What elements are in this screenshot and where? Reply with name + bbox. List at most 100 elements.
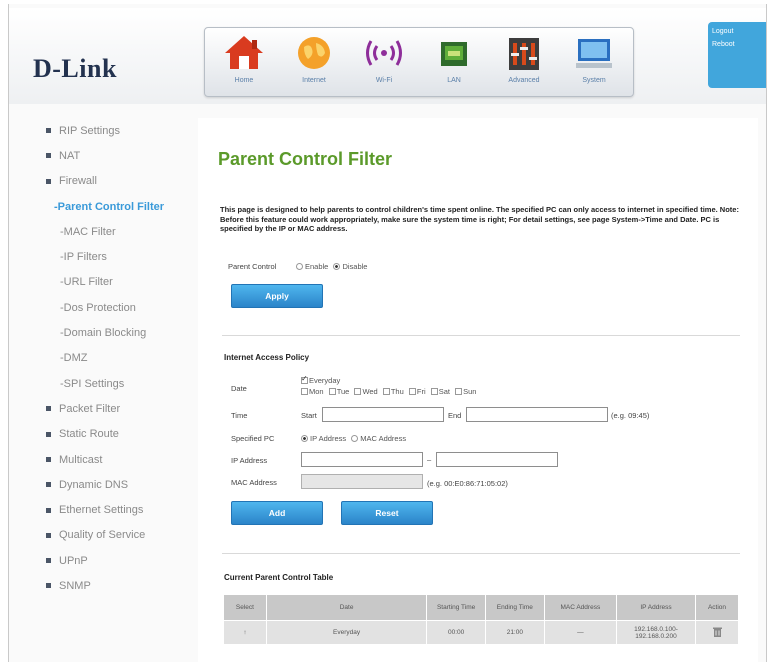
nav-internet[interactable]: Internet <box>281 31 347 95</box>
thu-checkbox[interactable] <box>382 388 390 395</box>
bullet-icon <box>46 406 51 412</box>
table-header-row: Select Date Starting Time Ending Time MA… <box>223 594 739 621</box>
nav-system[interactable]: System <box>561 31 627 95</box>
page-description: This page is designed to help parents to… <box>220 205 739 233</box>
mac-address-input[interactable] <box>301 474 423 489</box>
ip-start-input[interactable] <box>301 452 423 467</box>
sat-checkbox[interactable] <box>430 388 438 395</box>
end-label: End <box>448 411 462 420</box>
col-mac-address: MAC Address <box>543 594 617 621</box>
sidebar-item-multicast[interactable]: Multicast <box>46 447 196 472</box>
top-nav: Home Internet Wi-Fi LAN Advanced System <box>204 27 634 97</box>
start-label: Start <box>301 411 317 420</box>
row-action <box>695 620 739 645</box>
row-ip-address: 192.168.0.100-192.168.0.200 <box>615 620 697 645</box>
row-date: Everyday <box>265 620 428 645</box>
mac-address-label: MAC Address <box>231 478 277 487</box>
fri-checkbox[interactable] <box>408 388 416 395</box>
sidebar-item-dmz[interactable]: -DMZ <box>46 346 196 371</box>
sidebar-item-spi-settings[interactable]: -SPI Settings <box>46 371 196 396</box>
mon-checkbox[interactable] <box>301 388 308 395</box>
bullet-icon <box>46 178 51 184</box>
table-row: ↑ Everyday 00:00 21:00 — 192.168.0.100-1… <box>223 620 739 645</box>
col-ip-address: IP Address <box>615 594 697 621</box>
specified-pc-label: Specified PC <box>231 434 275 443</box>
sidebar-item-nat[interactable]: NAT <box>46 143 196 168</box>
specified-pc-radios: IP Address MAC Address <box>301 434 409 443</box>
sidebar-item-rip-settings[interactable]: RIP Settings <box>46 118 196 143</box>
everyday-checkbox-row: Everyday <box>301 374 343 385</box>
reset-button[interactable]: Reset <box>341 501 433 525</box>
nav-wifi[interactable]: Wi-Fi <box>351 31 417 95</box>
sidebar-item-firewall[interactable]: Firewall <box>46 169 196 194</box>
parent-control-table: Select Date Starting Time Ending Time MA… <box>223 594 739 645</box>
sidebar-item-upnp[interactable]: UPnP <box>46 548 196 573</box>
col-select: Select <box>223 594 267 621</box>
sidebar-item-dynamic-dns[interactable]: Dynamic DNS <box>46 472 196 497</box>
ip-address-radio[interactable] <box>301 435 308 442</box>
bullet-icon <box>46 482 51 488</box>
mac-hint: (e.g. 00:E0:86:71:05:02) <box>427 479 508 488</box>
sidebar-item-quality-of-service[interactable]: Quality of Service <box>46 523 196 548</box>
mac-address-radio[interactable] <box>351 435 359 442</box>
sun-checkbox[interactable] <box>455 388 463 395</box>
time-hint: (e.g. 09:45) <box>611 411 650 420</box>
bullet-icon <box>46 532 51 538</box>
policy-title: Internet Access Policy <box>224 353 310 362</box>
system-icon <box>576 39 612 68</box>
sidebar-item-static-route[interactable]: Static Route <box>46 422 196 447</box>
nav-advanced[interactable]: Advanced <box>491 31 557 95</box>
bullet-icon <box>46 128 51 134</box>
start-time-input[interactable] <box>322 407 444 422</box>
bullet-icon <box>46 507 51 513</box>
disable-radio[interactable] <box>333 263 341 270</box>
ip-end-input[interactable] <box>436 452 558 467</box>
end-time-input[interactable] <box>466 407 608 422</box>
enable-radio[interactable] <box>296 263 303 270</box>
header: D-Link Home Internet Wi-Fi LAN Advanced … <box>9 8 766 104</box>
add-button[interactable]: Add <box>231 501 323 525</box>
nav-home[interactable]: Home <box>211 31 277 95</box>
row-end-time: 21:00 <box>484 620 545 645</box>
divider <box>222 553 740 554</box>
wed-checkbox[interactable] <box>354 388 362 395</box>
sidebar-item-ip-filters[interactable]: -IP Filters <box>46 244 196 269</box>
bullet-icon <box>46 153 51 159</box>
logout-link[interactable]: Logout <box>712 28 762 35</box>
sidebar-item-domain-blocking[interactable]: -Domain Blocking <box>46 320 196 345</box>
advanced-icon <box>509 38 539 70</box>
nav-lan[interactable]: LAN <box>421 31 487 95</box>
bullet-icon <box>46 457 51 462</box>
divider <box>222 335 740 336</box>
user-box: Logout Reboot <box>708 22 766 88</box>
everyday-checkbox[interactable] <box>301 374 308 384</box>
page-title: Parent Control Filter <box>218 149 393 169</box>
reboot-link[interactable]: Reboot <box>712 41 762 48</box>
ip-dash: – <box>427 455 432 464</box>
trash-icon[interactable] <box>712 627 722 637</box>
row-select-icon[interactable]: ↑ <box>223 620 267 645</box>
col-date: Date <box>265 594 428 621</box>
sidebar-item-packet-filter[interactable]: Packet Filter <box>46 396 196 421</box>
tue-checkbox[interactable] <box>328 388 336 395</box>
internet-icon <box>298 37 330 69</box>
sidebar-item-mac-filter[interactable]: -MAC Filter <box>46 219 196 244</box>
bullet-icon <box>46 431 51 437</box>
lan-icon <box>441 42 467 66</box>
bullet-icon <box>46 583 51 589</box>
days-row: Mon Tue Wed Thu Fri Sat Sun <box>301 387 479 396</box>
bullet-icon <box>46 558 51 564</box>
main-panel: Parent Control Filter This page is desig… <box>198 118 758 662</box>
row-mac-address: — <box>543 620 617 645</box>
sidebar-item-url-filter[interactable]: -URL Filter <box>46 270 196 295</box>
sidebar-item-dos-protection[interactable]: -Dos Protection <box>46 295 196 320</box>
col-ending-time: Ending Time <box>484 594 545 621</box>
ip-address-label: IP Address <box>231 456 268 465</box>
apply-button[interactable]: Apply <box>231 284 323 308</box>
sidebar-item-parent-control-filter[interactable]: -Parent Control Filter <box>46 194 196 219</box>
wifi-icon <box>366 40 402 66</box>
parent-control-radios: Enable Disable <box>296 262 370 271</box>
sidebar-item-snmp[interactable]: SNMP <box>46 573 196 598</box>
sidebar-item-ethernet-settings[interactable]: Ethernet Settings <box>46 497 196 522</box>
date-label: Date <box>231 384 247 393</box>
